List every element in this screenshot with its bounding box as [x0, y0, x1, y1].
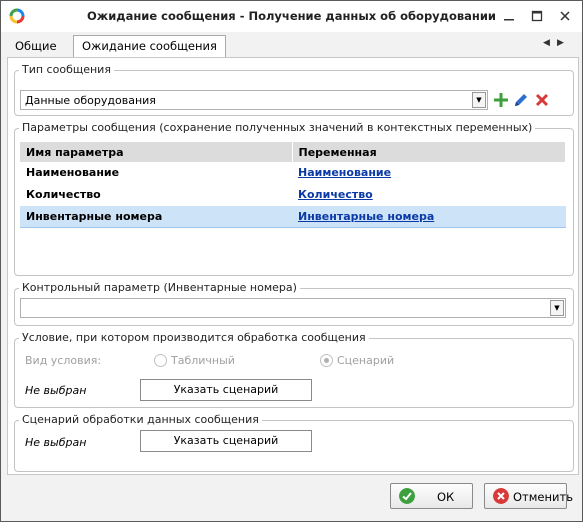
tab-bar: Общие Ожидание сообщения ◀ ▶ — [1, 32, 582, 58]
params-header-row: Имя параметра Переменная — [20, 142, 566, 162]
param-name-cell: Наименование — [20, 162, 292, 184]
tab-general[interactable]: Общие — [7, 36, 65, 57]
scenario-set-button[interactable]: Указать сценарий — [140, 430, 312, 452]
message-type-group: Тип сообщения Данные оборудования ▼ — [14, 63, 574, 116]
ok-label: ОК — [437, 490, 455, 504]
chevron-down-icon[interactable]: ▼ — [550, 300, 564, 316]
checkmark-icon — [399, 488, 415, 504]
edit-pencil-icon[interactable] — [512, 91, 530, 109]
ok-button[interactable]: ОК — [390, 483, 473, 509]
variable-link[interactable]: Инвентарные номера — [298, 210, 434, 223]
delete-icon[interactable] — [533, 91, 551, 109]
close-icon[interactable] — [556, 7, 574, 25]
radio-scenario-label: Сценарий — [337, 354, 395, 367]
cancel-button[interactable]: Отменить — [484, 483, 573, 509]
radio-table-label: Табличный — [171, 354, 235, 367]
scenario-status-text: Не выбран — [25, 436, 87, 449]
dialog-window: Ожидание сообщения - Получение данных об… — [0, 0, 583, 522]
variable-link[interactable]: Наименование — [298, 166, 391, 179]
variable-cell: Инвентарные номера — [292, 205, 566, 228]
message-params-legend: Параметры сообщения (сохранение полученн… — [19, 121, 536, 134]
tab-scroll-right-icon[interactable]: ▶ — [557, 38, 564, 48]
window-title: Ожидание сообщения - Получение данных об… — [87, 9, 496, 23]
control-param-select[interactable]: ▼ — [20, 298, 566, 318]
minimize-icon[interactable] — [500, 7, 518, 25]
cancel-label: Отменить — [513, 490, 573, 504]
scenario-group: Сценарий обработки данных сообщения Не в… — [14, 413, 574, 472]
table-row[interactable]: Количество Количество — [20, 183, 566, 206]
condition-type-label: Вид условия: — [25, 354, 102, 367]
tab-content: Тип сообщения Данные оборудования ▼ Пара… — [7, 57, 579, 475]
condition-set-scenario-button[interactable]: Указать сценарий — [140, 379, 312, 401]
variable-cell: Количество — [292, 183, 566, 206]
radio-table-option[interactable] — [154, 354, 167, 367]
variable-cell: Наименование — [292, 162, 566, 184]
condition-status-text: Не выбран — [25, 384, 87, 397]
radio-scenario-option[interactable] — [320, 354, 333, 367]
message-type-value: Данные оборудования — [25, 94, 156, 107]
maximize-icon[interactable] — [528, 7, 546, 25]
message-params-group: Параметры сообщения (сохранение полученн… — [14, 121, 574, 276]
condition-legend: Условие, при котором производится обрабо… — [19, 331, 369, 344]
title-bar: Ожидание сообщения - Получение данных об… — [1, 1, 582, 32]
params-table: Имя параметра Переменная Наименование На… — [20, 142, 566, 228]
control-param-legend: Контрольный параметр (Инвентарные номера… — [19, 281, 300, 294]
table-row[interactable]: Наименование Наименование — [20, 162, 566, 184]
variable-link[interactable]: Количество — [298, 188, 373, 201]
column-header-variable[interactable]: Переменная — [292, 142, 566, 162]
param-name-cell: Количество — [20, 183, 292, 206]
control-param-group: Контрольный параметр (Инвентарные номера… — [14, 281, 574, 326]
chevron-down-icon[interactable]: ▼ — [472, 92, 486, 108]
condition-group: Условие, при котором производится обрабо… — [14, 331, 574, 408]
tab-scroll-left-icon[interactable]: ◀ — [543, 38, 550, 48]
table-row-selected[interactable]: Инвентарные номера Инвентарные номера — [20, 205, 566, 228]
tab-message-wait[interactable]: Ожидание сообщения — [73, 35, 226, 58]
add-icon[interactable] — [492, 91, 510, 109]
param-name-cell: Инвентарные номера — [20, 205, 292, 228]
cancel-x-icon — [493, 488, 509, 504]
message-type-select[interactable]: Данные оборудования ▼ — [20, 90, 488, 110]
message-type-legend: Тип сообщения — [19, 63, 114, 76]
scenario-legend: Сценарий обработки данных сообщения — [19, 413, 262, 426]
column-header-param-name[interactable]: Имя параметра — [20, 142, 293, 162]
